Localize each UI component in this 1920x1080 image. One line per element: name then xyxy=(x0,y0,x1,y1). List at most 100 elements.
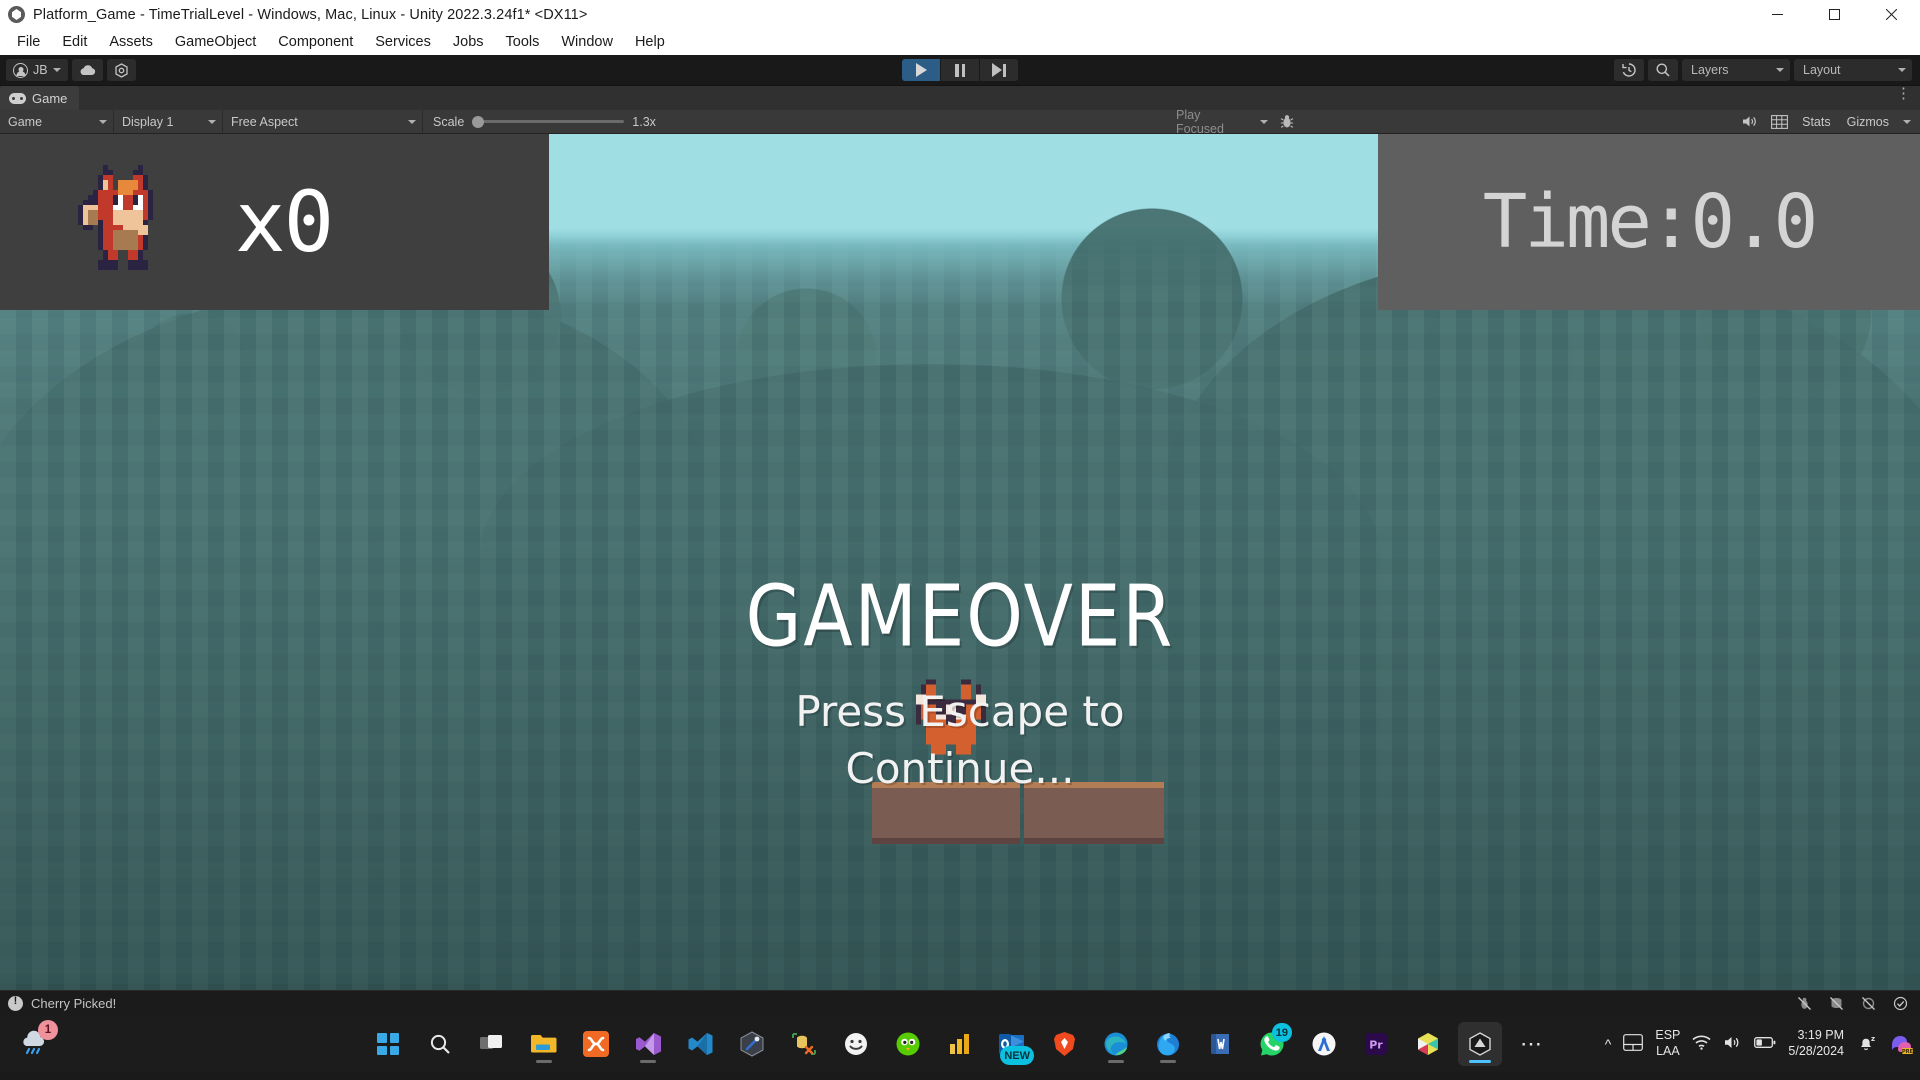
menu-gameobject[interactable]: GameObject xyxy=(164,31,267,53)
power-bi-button[interactable] xyxy=(938,1022,982,1066)
firefox-button[interactable] xyxy=(1146,1022,1190,1066)
volume-icon[interactable] xyxy=(1723,1035,1742,1053)
bell-snooze-icon[interactable]: z xyxy=(1856,1033,1876,1056)
copilot-icon[interactable]: PRE xyxy=(1888,1031,1914,1058)
maximize-button[interactable] xyxy=(1806,0,1863,29)
aspect-dropdown[interactable]: Free Aspect xyxy=(223,109,423,134)
smiley-icon xyxy=(845,1033,867,1055)
scale-slider[interactable] xyxy=(472,115,625,128)
view-mode-label: Game xyxy=(8,114,43,129)
xampp-icon xyxy=(583,1031,609,1057)
menu-tools[interactable]: Tools xyxy=(495,31,551,53)
weather-widget[interactable]: 1 xyxy=(18,1020,58,1058)
platform-tile xyxy=(872,782,1020,844)
menu-file[interactable]: File xyxy=(6,31,51,53)
svg-text:z: z xyxy=(1871,1035,1875,1043)
account-label: JB xyxy=(33,63,48,77)
brave-button[interactable] xyxy=(1042,1022,1086,1066)
aspect-label: Free Aspect xyxy=(231,114,298,129)
mute-audio-button[interactable] xyxy=(1735,111,1763,133)
database-off-icon[interactable] xyxy=(1820,992,1852,1016)
folder-icon xyxy=(531,1035,557,1053)
debug-off-icon[interactable] xyxy=(1788,992,1820,1016)
chevron-up-icon[interactable]: ^ xyxy=(1605,1036,1612,1052)
bug-button[interactable] xyxy=(1274,111,1300,133)
step-button[interactable] xyxy=(980,59,1018,81)
keyboard-lang-line1: ESP xyxy=(1655,1028,1681,1043)
file-explorer-button[interactable] xyxy=(522,1022,566,1066)
scale-slider-handle[interactable] xyxy=(472,115,485,128)
postman-button[interactable] xyxy=(730,1022,774,1066)
battery-icon[interactable] xyxy=(1754,1036,1776,1052)
status-bar: Cherry Picked! xyxy=(0,990,1920,1016)
gizmos-dropdown[interactable] xyxy=(1898,111,1916,133)
premiere-pro-button[interactable]: Pr xyxy=(1354,1022,1398,1066)
search-button[interactable] xyxy=(1648,59,1678,81)
edge-button[interactable] xyxy=(1094,1022,1138,1066)
grid-button[interactable] xyxy=(1765,111,1793,133)
game-viewport[interactable]: x0 Time:0.0 GAMEOVER Press Escape to Con… xyxy=(0,134,1920,990)
preferences-button[interactable] xyxy=(106,59,136,81)
menu-edit[interactable]: Edit xyxy=(51,31,98,53)
gizmos-button[interactable]: Gizmos xyxy=(1840,115,1896,129)
unity-editor-button[interactable] xyxy=(1458,1022,1502,1066)
clock[interactable]: 3:19 PM 5/28/2024 xyxy=(1788,1028,1844,1059)
close-button[interactable] xyxy=(1863,0,1920,29)
xampp-button[interactable] xyxy=(574,1022,618,1066)
menu-assets[interactable]: Assets xyxy=(98,31,164,53)
cherry-count: x0 xyxy=(235,173,334,271)
pause-button[interactable] xyxy=(941,59,979,81)
history-button[interactable] xyxy=(1614,59,1644,81)
menu-help[interactable]: Help xyxy=(624,31,676,53)
start-button[interactable] xyxy=(366,1022,410,1066)
hud-left-panel: x0 xyxy=(0,134,549,310)
status-bar-icons xyxy=(1788,992,1916,1016)
display-dropdown[interactable]: Display 1 xyxy=(114,109,223,134)
play-button[interactable] xyxy=(902,59,940,81)
menu-jobs[interactable]: Jobs xyxy=(442,31,495,53)
touchpad-icon[interactable] xyxy=(1623,1034,1644,1054)
playback-controls xyxy=(902,59,1018,81)
check-circle-icon[interactable] xyxy=(1884,992,1916,1016)
minimize-button[interactable] xyxy=(1749,0,1806,29)
word-button[interactable] xyxy=(1198,1022,1242,1066)
show-hidden-icons-button[interactable]: ⋯ xyxy=(1510,1022,1554,1066)
dbeaver-button[interactable] xyxy=(782,1022,826,1066)
avatar-icon xyxy=(13,62,28,78)
cloud-button[interactable] xyxy=(71,59,103,81)
layout-label: Layout xyxy=(1803,63,1841,77)
vs-code-button[interactable] xyxy=(678,1022,722,1066)
menu-component[interactable]: Component xyxy=(267,31,364,53)
unity-hub-button[interactable] xyxy=(1406,1022,1450,1066)
chevron-down-icon xyxy=(408,119,416,124)
outlook-button[interactable]: NEW xyxy=(990,1022,1034,1066)
status-message[interactable]: Cherry Picked! xyxy=(31,996,116,1011)
chevron-down-icon xyxy=(1898,68,1906,72)
menu-window[interactable]: Window xyxy=(550,31,624,53)
clock-date: 5/28/2024 xyxy=(1788,1044,1844,1058)
timer-display: Time:0.0 xyxy=(1482,179,1818,265)
wifi-icon[interactable] xyxy=(1692,1035,1711,1053)
account-button[interactable]: JB xyxy=(6,59,68,81)
layout-dropdown[interactable]: Layout xyxy=(1794,59,1912,81)
view-mode-dropdown[interactable]: Game xyxy=(0,109,114,134)
game-view-right-controls: Stats Gizmos xyxy=(1735,111,1916,133)
app-running-indicator xyxy=(536,1060,552,1063)
layers-dropdown[interactable]: Layers xyxy=(1682,59,1790,81)
keyboard-language[interactable]: ESP LAA xyxy=(1655,1028,1680,1059)
play-mode-dropdown[interactable]: Play Focused xyxy=(1168,108,1274,136)
arduino-button[interactable] xyxy=(1302,1022,1346,1066)
tab-game[interactable]: Game xyxy=(0,86,80,110)
menu-services[interactable]: Services xyxy=(364,31,442,53)
scale-slider-group: Scale 1.3x xyxy=(423,115,666,129)
whatsapp-button[interactable]: 19 xyxy=(1250,1022,1294,1066)
emoji-app-button[interactable] xyxy=(834,1022,878,1066)
task-view-button[interactable] xyxy=(470,1022,514,1066)
kebab-menu-icon[interactable]: ⋮ xyxy=(1896,86,1912,101)
refresh-off-icon[interactable] xyxy=(1852,992,1884,1016)
stats-button[interactable]: Stats xyxy=(1795,115,1838,129)
duolingo-button[interactable] xyxy=(886,1022,930,1066)
visual-studio-button[interactable] xyxy=(626,1022,670,1066)
search-button[interactable] xyxy=(418,1022,462,1066)
chevron-down-icon xyxy=(1776,68,1784,72)
